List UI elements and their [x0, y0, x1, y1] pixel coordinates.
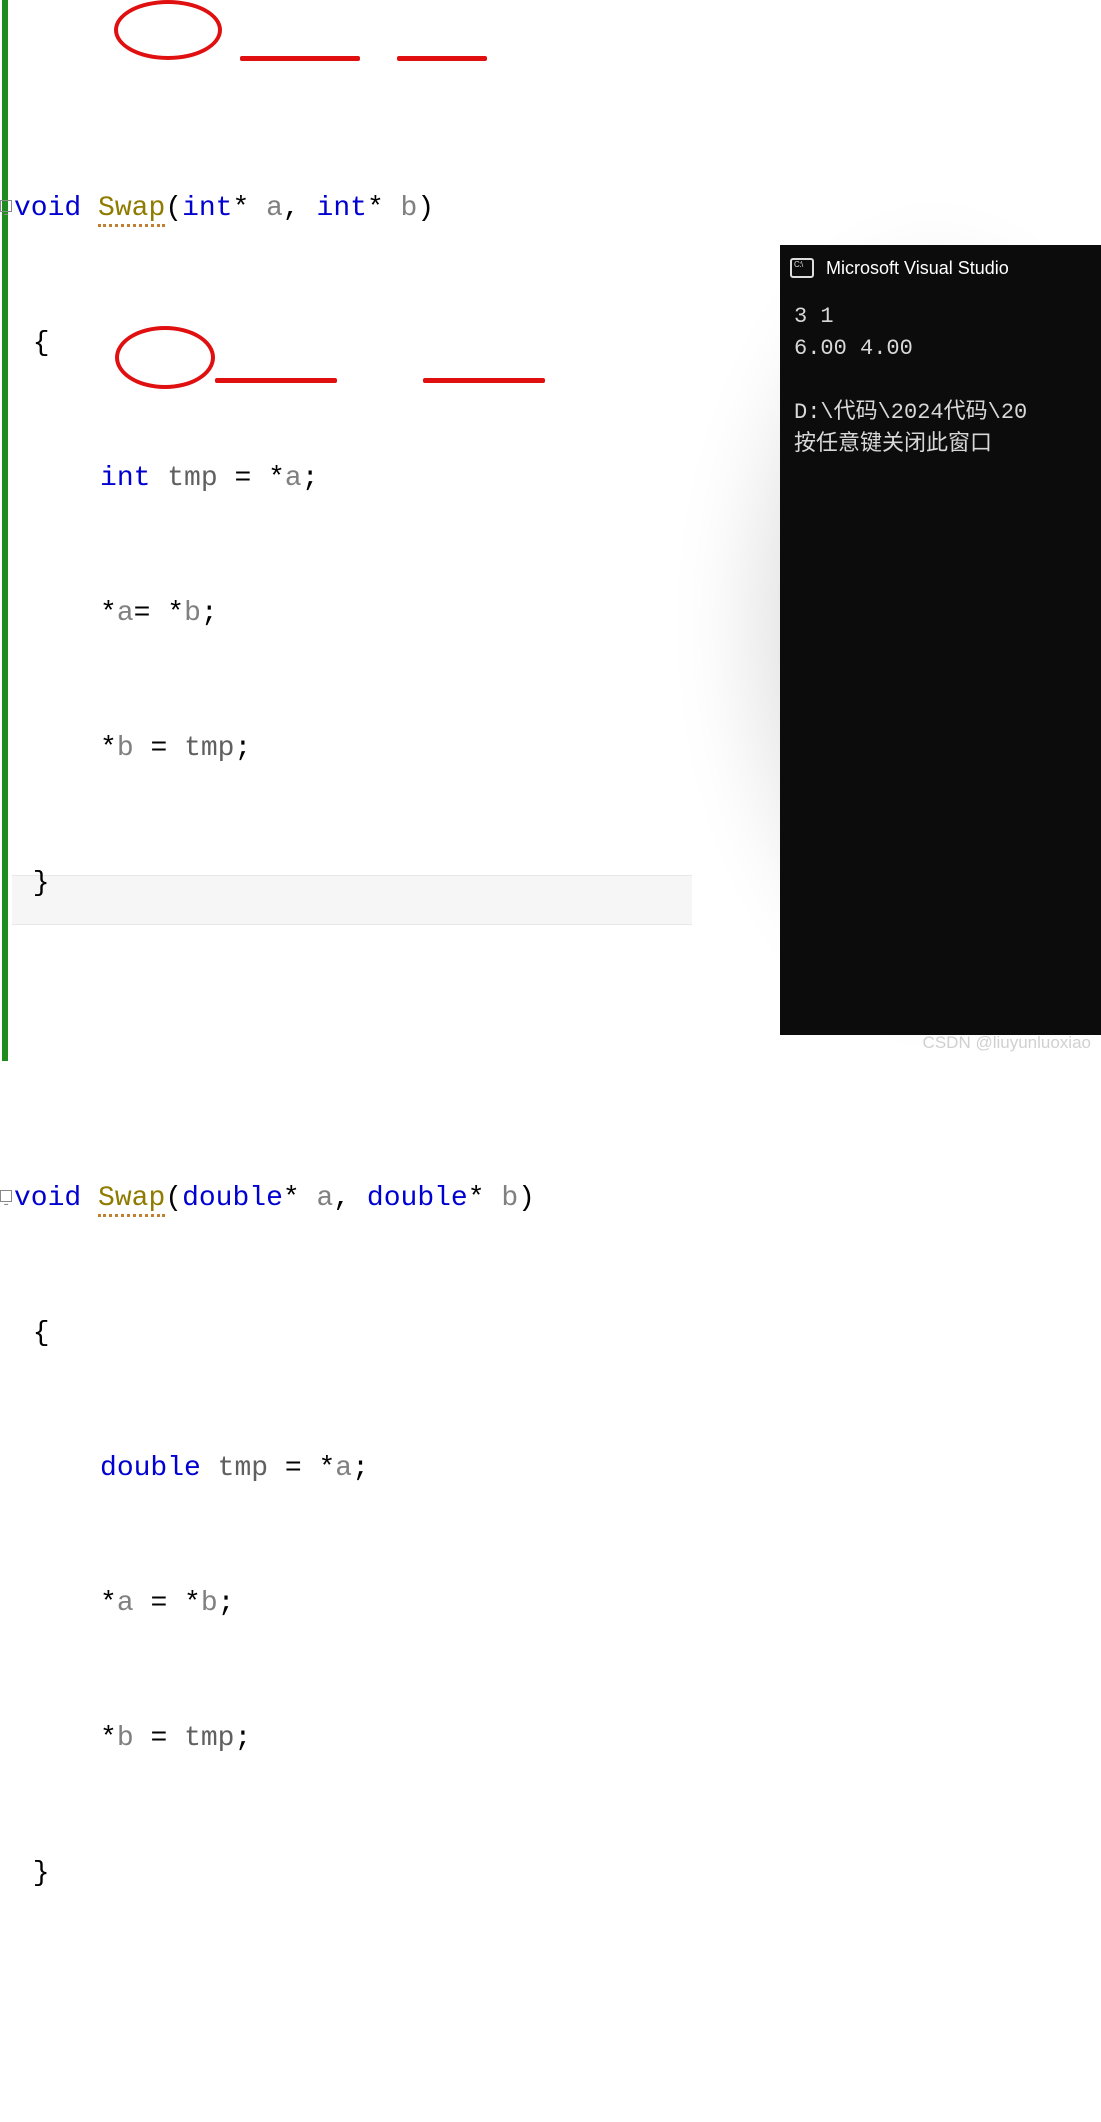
- console-title-bar[interactable]: Microsoft Visual Studio: [780, 245, 1101, 291]
- console-title-text: Microsoft Visual Studio: [826, 258, 1009, 279]
- fold-icon[interactable]: [0, 1190, 12, 1202]
- gutter-change-bar: [2, 0, 8, 1061]
- code-content: void Swap(int* a, int* b) { int tmp = *a…: [16, 6, 587, 2122]
- console-icon: [790, 258, 814, 278]
- fold-icon[interactable]: [0, 200, 12, 212]
- watermark-text: CSDN @liuyunluoxiao: [923, 1033, 1091, 1053]
- debug-console-window[interactable]: Microsoft Visual Studio 3 1 6.00 4.00 D:…: [780, 245, 1101, 1035]
- console-output: 3 1 6.00 4.00 D:\代码\2024代码\20 按任意键关闭此窗口: [780, 291, 1101, 471]
